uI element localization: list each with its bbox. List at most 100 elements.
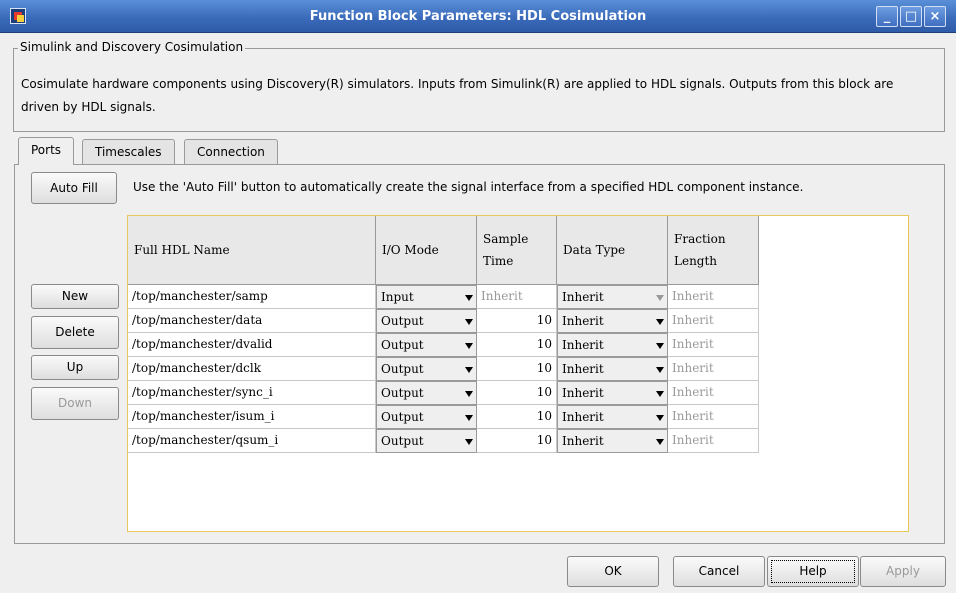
tab-ports[interactable]: Ports (18, 137, 75, 165)
delete-button[interactable]: Delete (31, 316, 119, 349)
cell-full-hdl-name[interactable]: /top/manchester/isum_i (128, 405, 376, 429)
help-button[interactable]: Help (767, 556, 859, 587)
column-header-fraction-length[interactable]: Fraction Length (668, 216, 759, 285)
table-row[interactable]: /top/manchester/samp Input Inherit Inherit I… (128, 285, 759, 309)
cell-sample-time[interactable]: 10 (477, 309, 557, 333)
cell-fraction-length: Inherit (668, 309, 759, 333)
dropdown-arrow-icon (656, 415, 664, 421)
io-mode-value: Output (381, 338, 424, 352)
groupbox-description: Cosimulate hardware components using Dis… (21, 77, 894, 114)
tab-timescales[interactable]: Timescales (82, 139, 175, 165)
cell-fraction-length: Inherit (668, 285, 759, 309)
table-row[interactable]: /top/manchester/sync_i Output 10 Inherit Inh… (128, 381, 759, 405)
dropdown-arrow-icon (465, 367, 473, 373)
cell-full-hdl-name[interactable]: /top/manchester/dvalid (128, 333, 376, 357)
down-button[interactable]: Down (31, 387, 119, 420)
auto-fill-button[interactable]: Auto Fill (31, 172, 117, 204)
column-header-label: Data Type (563, 243, 626, 257)
cell-sample-time[interactable]: 10 (477, 333, 557, 357)
cell-full-hdl-name[interactable]: /top/manchester/dclk (128, 357, 376, 381)
cell-fraction-length: Inherit (668, 381, 759, 405)
dropdown-arrow-icon (465, 391, 473, 397)
dropdown-arrow-icon (656, 367, 664, 373)
ports-table: Full HDL Name I/O Mode Sample Time Data … (127, 215, 909, 532)
dropdown-arrow-icon (465, 343, 473, 349)
data-type-dropdown[interactable]: Inherit (557, 429, 668, 453)
dropdown-arrow-icon (465, 415, 473, 421)
io-mode-value: Output (381, 362, 424, 376)
cancel-button[interactable]: Cancel (673, 556, 765, 587)
column-header-full-hdl-name[interactable]: Full HDL Name (128, 216, 376, 285)
cell-full-hdl-name[interactable]: /top/manchester/sync_i (128, 381, 376, 405)
io-mode-dropdown[interactable]: Output (376, 405, 477, 429)
cell-full-hdl-name[interactable]: /top/manchester/qsum_i (128, 429, 376, 453)
groupbox-legend: Simulink and Discovery Cosimulation (18, 40, 246, 54)
table-row[interactable]: /top/manchester/data Output 10 Inherit Inher… (128, 309, 759, 333)
data-type-value: Inherit (562, 290, 604, 304)
data-type-dropdown[interactable]: Inherit (557, 309, 668, 333)
table-row[interactable]: /top/manchester/qsum_i Output 10 Inherit Inh… (128, 429, 759, 453)
cell-full-hdl-name[interactable]: /top/manchester/data (128, 309, 376, 333)
io-mode-value: Output (381, 434, 424, 448)
minimize-button[interactable]: _ (876, 6, 898, 27)
cell-sample-time: Inherit (477, 285, 557, 309)
dropdown-arrow-icon (465, 439, 473, 445)
dropdown-arrow-icon (656, 319, 664, 325)
data-type-dropdown: Inherit (557, 285, 668, 309)
dropdown-arrow-icon (656, 343, 664, 349)
maximize-button[interactable]: □ (900, 6, 922, 27)
io-mode-value: Input (381, 290, 414, 304)
column-header-io-mode[interactable]: I/O Mode (376, 216, 477, 285)
io-mode-value: Output (381, 386, 424, 400)
table-row[interactable]: /top/manchester/dvalid Output 10 Inherit Inh… (128, 333, 759, 357)
auto-fill-description: Use the 'Auto Fill' button to automatica… (133, 180, 804, 194)
io-mode-dropdown[interactable]: Output (376, 429, 477, 453)
column-header-sample-time[interactable]: Sample Time (477, 216, 557, 285)
io-mode-value: Output (381, 410, 424, 424)
data-type-dropdown[interactable]: Inherit (557, 405, 668, 429)
table-row[interactable]: /top/manchester/dclk Output 10 Inherit Inher… (128, 357, 759, 381)
data-type-value: Inherit (562, 434, 604, 448)
tab-connection[interactable]: Connection (184, 139, 278, 165)
cell-fraction-length: Inherit (668, 405, 759, 429)
dropdown-arrow-icon (465, 319, 473, 325)
dropdown-arrow-icon (465, 295, 473, 301)
data-type-dropdown[interactable]: Inherit (557, 357, 668, 381)
table-row[interactable]: /top/manchester/isum_i Output 10 Inherit Inh… (128, 405, 759, 429)
io-mode-dropdown[interactable]: Output (376, 357, 477, 381)
io-mode-dropdown[interactable]: Output (376, 309, 477, 333)
data-type-dropdown[interactable]: Inherit (557, 333, 668, 357)
up-button[interactable]: Up (31, 355, 119, 380)
io-mode-dropdown[interactable]: Output (376, 381, 477, 405)
apply-button[interactable]: Apply (860, 556, 946, 587)
io-mode-dropdown[interactable]: Output (376, 333, 477, 357)
cell-full-hdl-name[interactable]: /top/manchester/samp (128, 285, 376, 309)
data-type-value: Inherit (562, 338, 604, 352)
io-mode-dropdown[interactable]: Input (376, 285, 477, 309)
ok-button[interactable]: OK (567, 556, 659, 587)
data-type-dropdown[interactable]: Inherit (557, 381, 668, 405)
cell-sample-time[interactable]: 10 (477, 405, 557, 429)
column-header-label: Sample Time (483, 232, 529, 268)
dropdown-arrow-icon (656, 391, 664, 397)
dropdown-arrow-icon (656, 439, 664, 445)
column-header-label: Full HDL Name (134, 243, 230, 257)
cell-sample-time[interactable]: 10 (477, 429, 557, 453)
window-title: Function Block Parameters: HDL Cosimulat… (309, 9, 647, 24)
cell-sample-time[interactable]: 10 (477, 357, 557, 381)
column-header-data-type[interactable]: Data Type (557, 216, 668, 285)
data-type-value: Inherit (562, 362, 604, 376)
cell-fraction-length: Inherit (668, 429, 759, 453)
dropdown-arrow-icon (656, 295, 664, 301)
close-button[interactable]: × (924, 6, 946, 27)
cosimulation-groupbox: Simulink and Discovery Cosimulation Cosi… (13, 40, 945, 132)
column-header-label: Fraction Length (674, 232, 726, 268)
data-type-value: Inherit (562, 410, 604, 424)
cell-fraction-length: Inherit (668, 357, 759, 381)
cell-sample-time[interactable]: 10 (477, 381, 557, 405)
new-button[interactable]: New (31, 284, 119, 309)
data-type-value: Inherit (562, 314, 604, 328)
column-header-label: I/O Mode (382, 243, 439, 257)
data-type-value: Inherit (562, 386, 604, 400)
title-bar: Function Block Parameters: HDL Cosimulat… (0, 0, 956, 33)
